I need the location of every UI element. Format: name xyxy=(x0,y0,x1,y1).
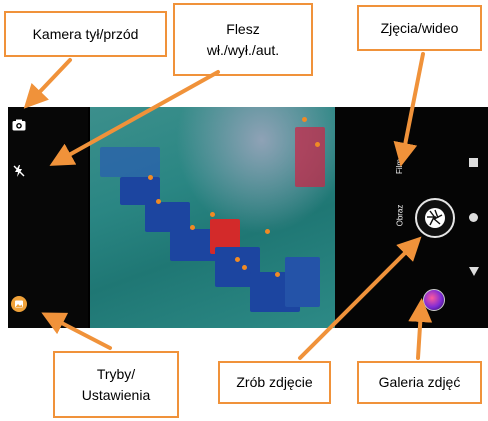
left-control-strip xyxy=(8,107,88,328)
aperture-icon xyxy=(425,208,445,228)
callout-gallery: Galeria zdjęć xyxy=(357,361,482,404)
mode-photo-label[interactable]: Obraz xyxy=(395,205,404,227)
back-icon[interactable] xyxy=(469,264,479,280)
callout-modes-line2: Ustawienia xyxy=(81,386,151,403)
image-modes-icon[interactable] xyxy=(11,296,27,316)
recent-apps-icon[interactable] xyxy=(469,155,478,171)
right-control-strip: Film Obraz xyxy=(335,107,488,328)
flash-off-icon[interactable] xyxy=(13,164,25,182)
callout-shutter: Zrób zdjęcie xyxy=(218,361,331,404)
callout-modes-line1: Tryby/ xyxy=(96,366,136,383)
callout-modes-settings: Tryby/ Ustawienia xyxy=(53,351,179,418)
arrow-camera-switch xyxy=(23,58,72,109)
callout-flash: Flesz wł./wył./aut. xyxy=(173,3,313,76)
callout-camera-switch: Kamera tył/przód xyxy=(4,11,167,57)
gallery-thumbnail[interactable] xyxy=(423,289,445,311)
callout-photo-video: Zjęcia/wideo xyxy=(357,5,482,51)
callout-shutter-text: Zrób zdjęcie xyxy=(236,374,313,391)
callout-photo-video-text: Zjęcia/wideo xyxy=(380,19,459,36)
callout-flash-line1: Flesz xyxy=(226,21,260,38)
shutter-button[interactable] xyxy=(415,198,455,238)
mode-film-label[interactable]: Film xyxy=(395,159,404,174)
callout-camera-switch-text: Kamera tył/przód xyxy=(32,25,139,42)
camera-viewfinder[interactable] xyxy=(90,107,335,328)
home-icon[interactable] xyxy=(469,210,478,226)
callout-gallery-text: Galeria zdjęć xyxy=(378,374,461,391)
camera-switch-icon[interactable] xyxy=(12,119,26,135)
callout-flash-line2: wł./wył./aut. xyxy=(206,41,280,58)
camera-screen: Film Obraz xyxy=(8,107,488,328)
